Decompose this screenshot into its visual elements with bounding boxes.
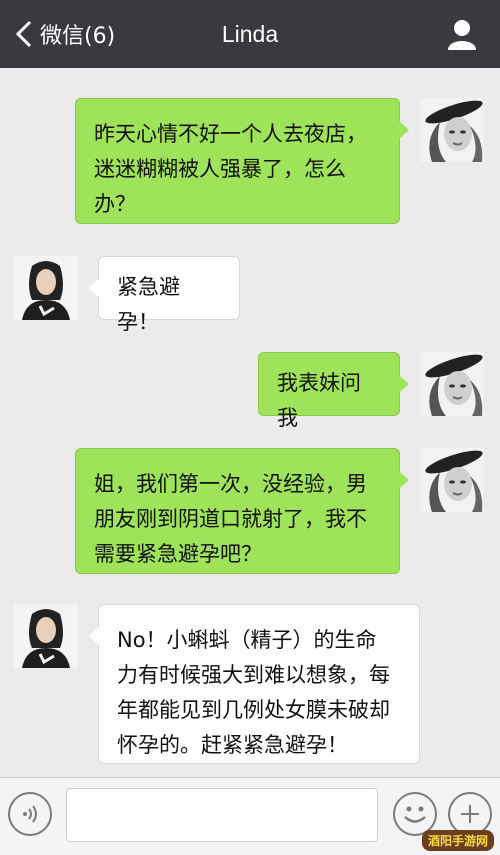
message-input[interactable] [66, 788, 378, 842]
input-bar: 酒阳手游网 [0, 777, 500, 855]
chat-header: 微信(6) Linda [0, 0, 500, 68]
voice-button[interactable] [8, 792, 52, 836]
my-avatar[interactable] [14, 256, 78, 320]
message-line: 力有时候强大到难以想象，每 [117, 663, 390, 687]
message-bubble-received[interactable]: 紧急避孕！ [89, 256, 240, 334]
message-line: 迷迷糊糊被人强暴了，怎么 [94, 157, 346, 181]
my-avatar[interactable] [14, 604, 78, 668]
user-profile-icon[interactable] [446, 18, 478, 50]
chat-area: 昨天心情不好一个人去夜店， 迷迷糊糊被人强暴了，怎么 办？ 紧急避孕！ 我表妹问… [0, 68, 500, 777]
message-line: 朋友刚到阴道口就射了，我不 [94, 507, 367, 531]
emoji-icon [404, 806, 426, 823]
contact-avatar[interactable] [420, 98, 484, 162]
voice-icon [23, 805, 37, 823]
message-bubble-sent[interactable]: 昨天心情不好一个人去夜店， 迷迷糊糊被人强暴了，怎么 办？ [75, 98, 409, 224]
message-line: No！小蝌蚪（精子）的生命 [117, 628, 377, 652]
message-bubble-received[interactable]: No！小蝌蚪（精子）的生命 力有时候强大到难以想象，每 年都能见到几例处女膜未破… [89, 604, 420, 764]
contact-avatar[interactable] [420, 448, 484, 512]
message-line: 姐，我们第一次，没经验，男 [94, 472, 367, 496]
message-line: 昨天心情不好一个人去夜店， [94, 122, 367, 146]
message-line: 需要紧急避孕吧？ [94, 542, 262, 566]
message-bubble-sent[interactable]: 我表妹问我 [258, 352, 409, 430]
plus-icon [461, 805, 479, 823]
chat-title: Linda [221, 21, 279, 47]
message-line: 紧急避孕！ [117, 275, 180, 334]
message-line: 办？ [94, 192, 136, 216]
watermark-logo: 酒阳手游网 [421, 830, 494, 851]
message-line: 怀孕的。赶紧紧急避孕！ [117, 733, 348, 757]
message-bubble-sent[interactable]: 姐，我们第一次，没经验，男 朋友刚到阴道口就射了，我不 需要紧急避孕吧？ [75, 448, 409, 574]
message-line: 我表妹问我 [277, 371, 361, 430]
message-line: 年都能见到几例处女膜未破却 [117, 698, 390, 722]
contact-avatar[interactable] [420, 352, 484, 416]
